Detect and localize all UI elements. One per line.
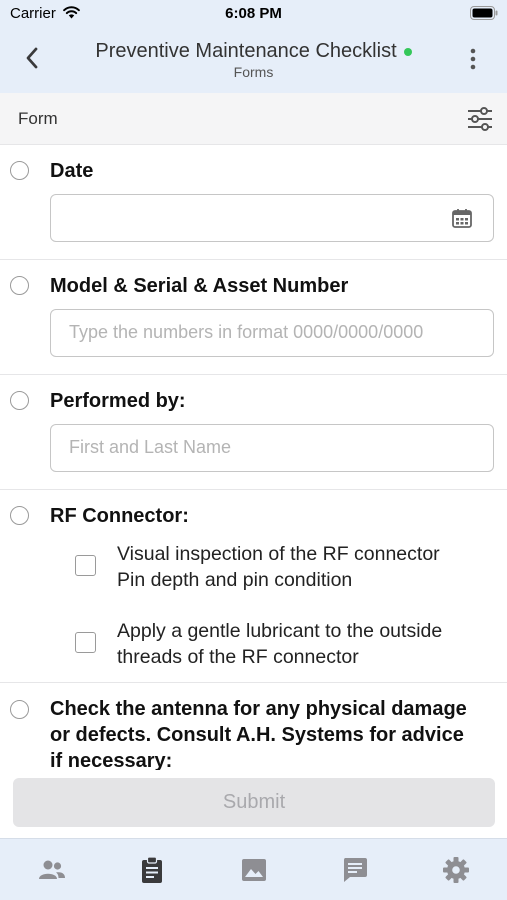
question-label-line: if necessary: xyxy=(50,750,173,770)
checklist-item-line: threads of the RF connector xyxy=(117,646,359,668)
checklist-item-text: Visual inspection of the RF connector Pi… xyxy=(117,541,497,593)
battery-icon xyxy=(470,6,498,20)
performed-by-input[interactable] xyxy=(69,437,479,458)
question-model-serial: Model & Serial & Asset Number xyxy=(0,260,507,375)
tab-settings[interactable] xyxy=(441,855,471,885)
question-radio[interactable] xyxy=(10,161,29,180)
date-field[interactable] xyxy=(50,194,494,242)
checkbox[interactable] xyxy=(75,555,96,576)
question-radio[interactable] xyxy=(10,391,29,410)
checklist-item-line: Apply a gentle lubricant to the outside xyxy=(117,620,443,642)
tab-images[interactable] xyxy=(239,855,269,885)
navigation-bar: Preventive Maintenance Checklist Forms xyxy=(0,28,507,93)
checklist-item[interactable]: Visual inspection of the RF connector Pi… xyxy=(50,541,497,595)
sliders-icon xyxy=(468,107,492,131)
settings-gear-icon xyxy=(443,857,469,883)
form-toolbar: Form xyxy=(0,93,507,145)
performed-by-field[interactable] xyxy=(50,424,494,472)
title-block: Preventive Maintenance Checklist Forms xyxy=(60,40,447,80)
form-label: Form xyxy=(18,109,58,128)
question-radio[interactable] xyxy=(10,700,29,719)
question-radio[interactable] xyxy=(10,276,29,295)
page-title: Preventive Maintenance Checklist xyxy=(95,40,412,63)
date-input[interactable] xyxy=(69,207,449,228)
submit-button[interactable]: Submit xyxy=(13,778,495,827)
checklist-item-text: Apply a gentle lubricant to the outside … xyxy=(117,618,497,670)
question-performed-by: Performed by: xyxy=(0,375,507,490)
question-label: RF Connector: xyxy=(50,505,189,527)
page-subtitle: Forms xyxy=(233,64,274,80)
more-options-button[interactable] xyxy=(459,44,487,74)
model-serial-field[interactable] xyxy=(50,309,494,357)
checklist-item-line: Pin depth and pin condition xyxy=(117,569,353,591)
question-label-line: or defects. Consult A.H. Systems for adv… xyxy=(50,724,464,746)
top-header: Carrier 6:08 PM Preventive Maintenance C… xyxy=(0,0,507,93)
page-title-text: Preventive Maintenance Checklist xyxy=(95,40,397,62)
question-date: Date xyxy=(0,145,507,260)
question-antenna-check: Check the antenna for any physical damag… xyxy=(0,683,507,770)
checklist-item[interactable]: Apply a gentle lubricant to the outside … xyxy=(50,618,497,672)
form-content[interactable]: Date Model & Serial & Asset Number Type … xyxy=(0,145,507,770)
back-button[interactable] xyxy=(14,42,50,74)
chevron-left-icon xyxy=(26,47,38,69)
online-status-dot xyxy=(403,47,412,56)
tab-forms[interactable] xyxy=(137,855,167,885)
model-serial-input[interactable] xyxy=(69,322,479,343)
more-vertical-icon xyxy=(470,48,476,70)
question-radio[interactable] xyxy=(10,506,29,525)
chat-icon xyxy=(343,858,367,882)
tab-contacts[interactable] xyxy=(37,855,67,885)
submit-area: Submit xyxy=(0,770,507,838)
calendar-icon[interactable] xyxy=(451,207,473,229)
question-label-line: Check the antenna for any physical damag… xyxy=(50,698,467,720)
question-label: Check the antenna for any physical damag… xyxy=(50,696,507,770)
filter-button[interactable] xyxy=(465,104,495,134)
question-rf-connector: RF Connector: Visual inspection of the R… xyxy=(0,490,507,683)
contacts-icon xyxy=(39,860,65,879)
question-label: Performed by: xyxy=(50,390,186,412)
image-icon xyxy=(242,859,266,881)
checkbox[interactable] xyxy=(75,632,96,653)
clock-time: 6:08 PM xyxy=(225,5,282,22)
question-label: Date xyxy=(50,160,94,182)
bottom-tab-bar xyxy=(0,838,507,900)
checklist-item-line: Visual inspection of the RF connector xyxy=(117,543,440,565)
forms-clipboard-icon xyxy=(142,856,162,883)
status-bar: Carrier 6:08 PM xyxy=(0,0,507,28)
tab-messages[interactable] xyxy=(340,855,370,885)
question-label: Model & Serial & Asset Number xyxy=(50,275,349,297)
